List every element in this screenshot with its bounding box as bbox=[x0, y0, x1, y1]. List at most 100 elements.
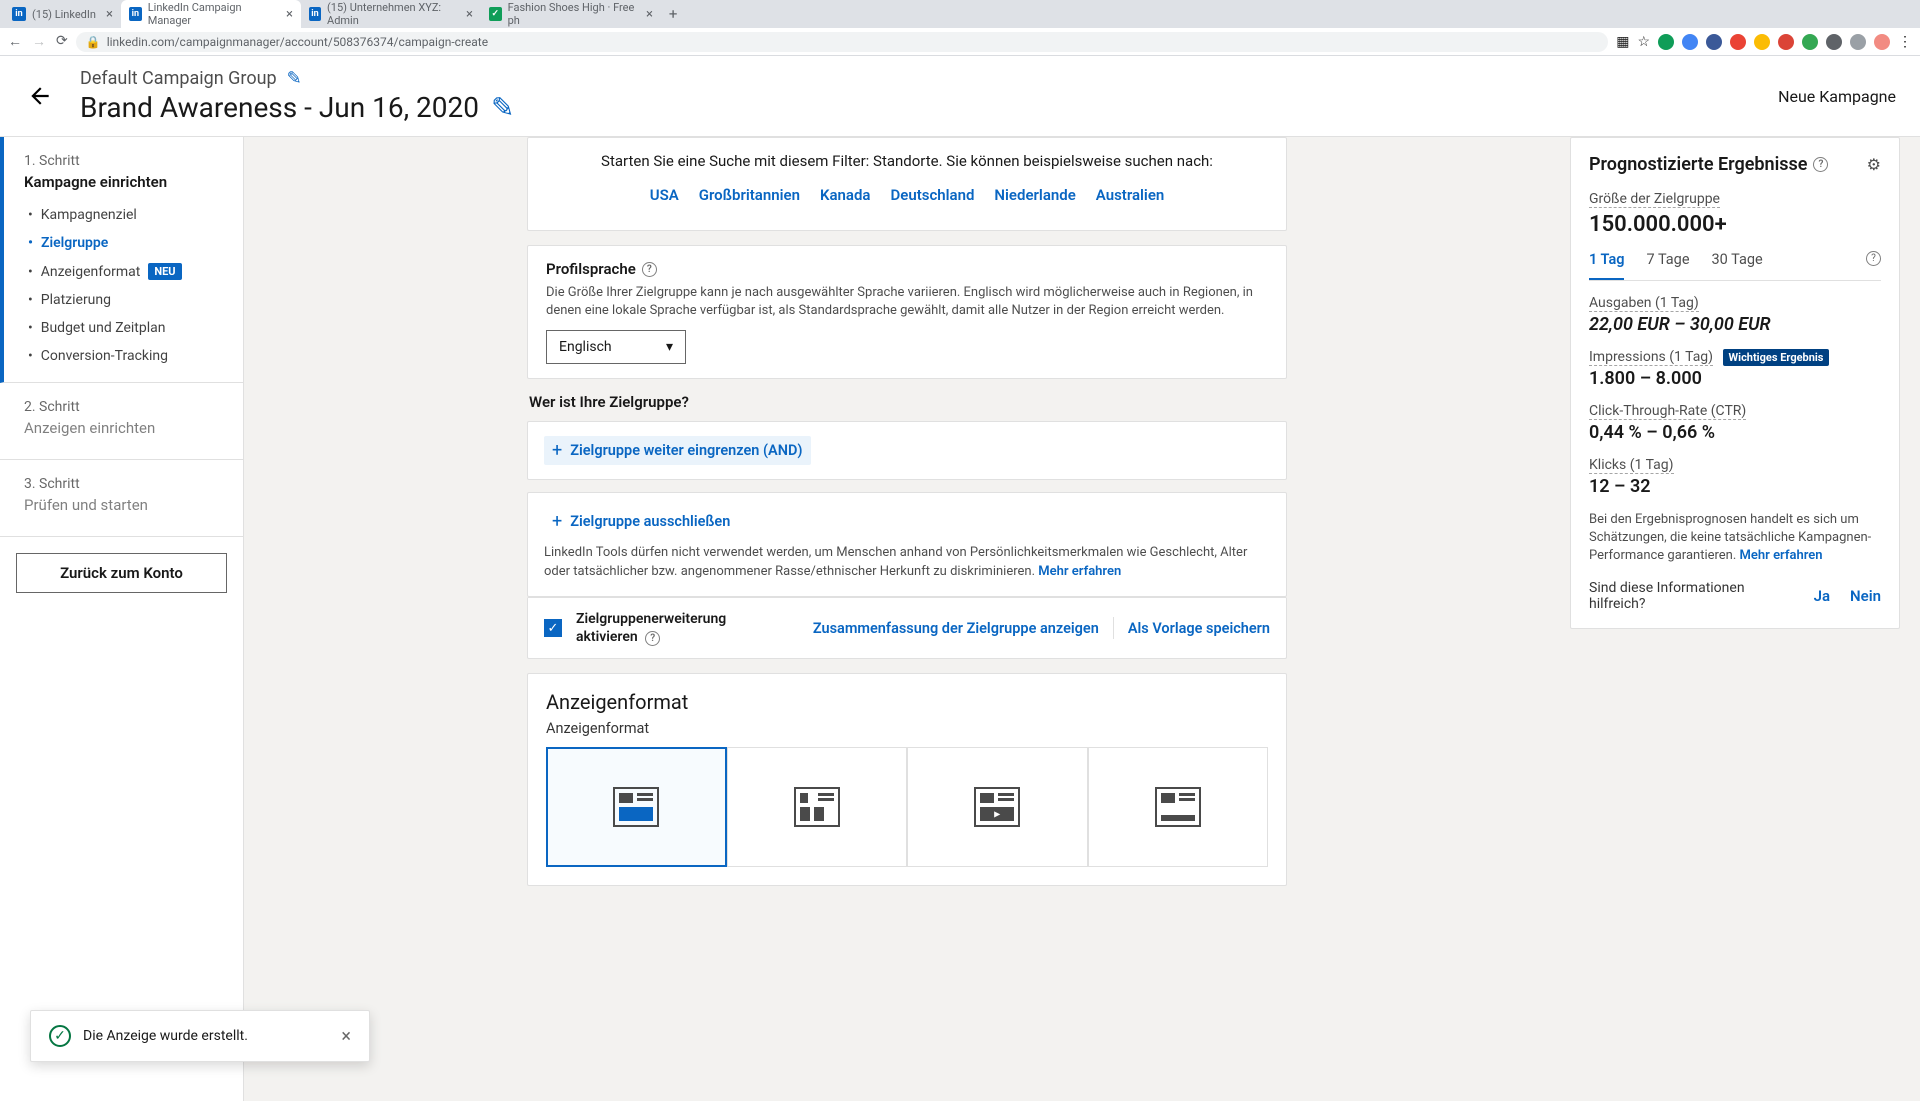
ext-icon[interactable] bbox=[1658, 34, 1674, 50]
location-filter-card: Starten Sie eine Suche mit diesem Filter… bbox=[527, 137, 1287, 231]
audience-summary-link[interactable]: Zusammenfassung der Zielgruppe anzeigen bbox=[813, 620, 1099, 637]
new-tab-button[interactable]: + bbox=[661, 1, 686, 27]
url-field[interactable]: 🔒 linkedin.com/campaignmanager/account/5… bbox=[76, 32, 1608, 52]
audience-expansion-label: Zielgruppenerweiterung aktivieren ? bbox=[576, 610, 756, 646]
ext-icon[interactable] bbox=[1682, 34, 1698, 50]
helpful-yes[interactable]: Ja bbox=[1814, 587, 1830, 605]
ext-icon[interactable] bbox=[1826, 34, 1842, 50]
forecast-panel: Prognostizierte Ergebnisse ? ⚙ Größe der… bbox=[1570, 137, 1900, 629]
star-icon[interactable]: ☆ bbox=[1637, 34, 1650, 50]
forward-icon[interactable]: → bbox=[32, 33, 46, 50]
disclaimer-text: LinkedIn Tools dürfen nicht verwendet we… bbox=[544, 544, 1270, 582]
save-template-link[interactable]: Als Vorlage speichern bbox=[1128, 620, 1270, 637]
ext-icon[interactable] bbox=[1802, 34, 1818, 50]
filter-suggestions: USA Großbritannien Kanada Deutschland Ni… bbox=[546, 180, 1268, 216]
menu-icon[interactable]: ⋮ bbox=[1898, 34, 1912, 50]
tab-1-day[interactable]: 1 Tag bbox=[1589, 251, 1624, 280]
tab-bar: in(15) LinkedIn× inLinkedIn Campaign Man… bbox=[0, 0, 1920, 28]
edit-icon[interactable]: ✎ bbox=[287, 68, 302, 89]
exclude-audience-button[interactable]: + Zielgruppe ausschließen bbox=[544, 507, 738, 536]
tab-7-days[interactable]: 7 Tage bbox=[1646, 251, 1689, 280]
sidebar-item-audience[interactable]: Zielgruppe bbox=[24, 229, 223, 257]
audience-expansion-checkbox[interactable]: ✓ bbox=[544, 619, 562, 637]
tab-30-days[interactable]: 30 Tage bbox=[1712, 251, 1763, 280]
forecast-note: Bei den Ergebnisprognosen handelt es sic… bbox=[1589, 511, 1881, 566]
ad-format-card: Anzeigenformat Anzeigenformat bbox=[527, 673, 1287, 886]
ad-format-subheading: Anzeigenformat bbox=[528, 720, 1286, 747]
sidebar-item-placement[interactable]: Platzierung bbox=[24, 286, 223, 314]
browser-tab[interactable]: in(15) Unternehmen XYZ: Admin× bbox=[301, 0, 481, 28]
browser-tab[interactable]: ✓Fashion Shoes High · Free ph× bbox=[481, 0, 661, 28]
browser-tab[interactable]: inLinkedIn Campaign Manager× bbox=[121, 0, 301, 28]
learn-more-link[interactable]: Mehr erfahren bbox=[1740, 548, 1823, 563]
sidebar-item-format[interactable]: Anzeigenformat NEU bbox=[24, 257, 223, 286]
ext-icon[interactable] bbox=[1778, 34, 1794, 50]
sidebar-item-tracking[interactable]: Conversion-Tracking bbox=[24, 342, 223, 370]
filter-link[interactable]: Kanada bbox=[820, 186, 871, 204]
arrow-left-icon bbox=[27, 83, 53, 109]
filter-link[interactable]: Deutschland bbox=[890, 186, 974, 204]
close-icon[interactable]: × bbox=[286, 7, 293, 22]
help-icon[interactable]: ? bbox=[642, 262, 657, 277]
ext-icon[interactable] bbox=[1730, 34, 1746, 50]
narrow-audience-button[interactable]: + Zielgruppe weiter eingrenzen (AND) bbox=[544, 436, 811, 465]
step-3[interactable]: 3. Schritt Prüfen und starten bbox=[0, 460, 243, 537]
close-icon[interactable]: × bbox=[106, 7, 113, 22]
back-icon[interactable]: ← bbox=[8, 33, 22, 50]
browser-tab[interactable]: in(15) LinkedIn× bbox=[4, 0, 121, 28]
qr-icon[interactable]: ▦ bbox=[1616, 34, 1629, 50]
close-icon[interactable]: × bbox=[341, 1026, 351, 1047]
spend-value: 22,00 EUR – 30,00 EUR bbox=[1589, 314, 1881, 335]
new-badge: NEU bbox=[148, 263, 181, 280]
filter-link[interactable]: Australien bbox=[1096, 186, 1165, 204]
help-icon[interactable]: ? bbox=[1813, 157, 1828, 172]
format-tile-text[interactable] bbox=[1088, 747, 1268, 867]
help-icon[interactable]: ? bbox=[645, 631, 660, 646]
learn-more-link[interactable]: Mehr erfahren bbox=[1038, 564, 1121, 579]
main-content: Starten Sie eine Suche mit diesem Filter… bbox=[244, 137, 1920, 1101]
extension-icons: ▦ ☆ ⋮ bbox=[1616, 34, 1912, 50]
language-select[interactable]: Englisch ▾ bbox=[546, 330, 686, 364]
campaign-group-name: Default Campaign Group bbox=[80, 68, 277, 89]
filter-link[interactable]: Großbritannien bbox=[699, 186, 800, 204]
format-tile-video[interactable] bbox=[907, 747, 1087, 867]
campaign-name: Brand Awareness - Jun 16, 2020 bbox=[80, 91, 479, 124]
impressions-label: Impressions (1 Tag) bbox=[1589, 349, 1713, 366]
ctr-value: 0,44 % – 0,66 % bbox=[1589, 422, 1881, 443]
back-to-account-button[interactable]: Zurück zum Konto bbox=[16, 553, 227, 593]
ext-icon[interactable] bbox=[1754, 34, 1770, 50]
step-2[interactable]: 2. Schritt Anzeigen einrichten bbox=[0, 383, 243, 460]
ext-icon[interactable] bbox=[1706, 34, 1722, 50]
language-description: Die Größe Ihrer Zielgruppe kann je nach … bbox=[546, 284, 1268, 320]
helpful-question: Sind diese Informationen hilfreich? bbox=[1589, 580, 1794, 612]
chevron-down-icon: ▾ bbox=[666, 339, 673, 355]
format-tile-single-image[interactable] bbox=[546, 747, 727, 867]
address-bar: ← → ⟳ 🔒 linkedin.com/campaignmanager/acc… bbox=[0, 28, 1920, 56]
key-result-badge: Wichtiges Ergebnis bbox=[1723, 349, 1830, 366]
avatar[interactable] bbox=[1874, 34, 1890, 50]
close-icon[interactable]: × bbox=[466, 7, 473, 22]
clicks-value: 12 – 32 bbox=[1589, 476, 1881, 497]
filter-link[interactable]: USA bbox=[650, 186, 679, 204]
success-icon: ✓ bbox=[49, 1025, 71, 1047]
edit-icon[interactable]: ✎ bbox=[491, 91, 514, 124]
close-icon[interactable]: × bbox=[646, 7, 653, 22]
spend-label: Ausgaben (1 Tag) bbox=[1589, 295, 1699, 312]
back-button[interactable] bbox=[24, 80, 56, 112]
ext-icon[interactable] bbox=[1850, 34, 1866, 50]
impressions-value: 1.800 – 8.000 bbox=[1589, 368, 1881, 389]
url-text: linkedin.com/campaignmanager/account/508… bbox=[107, 35, 488, 49]
format-tile-carousel[interactable] bbox=[727, 747, 907, 867]
app-header: Default Campaign Group ✎ Brand Awareness… bbox=[0, 56, 1920, 137]
sidebar-item-goal[interactable]: Kampagnenziel bbox=[24, 201, 223, 229]
clicks-label: Klicks (1 Tag) bbox=[1589, 457, 1674, 474]
gear-icon[interactable]: ⚙ bbox=[1867, 155, 1881, 174]
reload-icon[interactable]: ⟳ bbox=[56, 33, 68, 50]
audience-size-value: 150.000.000+ bbox=[1589, 212, 1881, 237]
helpful-no[interactable]: Nein bbox=[1850, 587, 1881, 605]
sidebar-item-budget[interactable]: Budget und Zeitplan bbox=[24, 314, 223, 342]
ctr-label: Click-Through-Rate (CTR) bbox=[1589, 403, 1746, 420]
help-icon[interactable]: ? bbox=[1866, 251, 1881, 266]
filter-link[interactable]: Niederlande bbox=[994, 186, 1075, 204]
forecast-tabs: 1 Tag 7 Tage 30 Tage ? bbox=[1589, 251, 1881, 281]
